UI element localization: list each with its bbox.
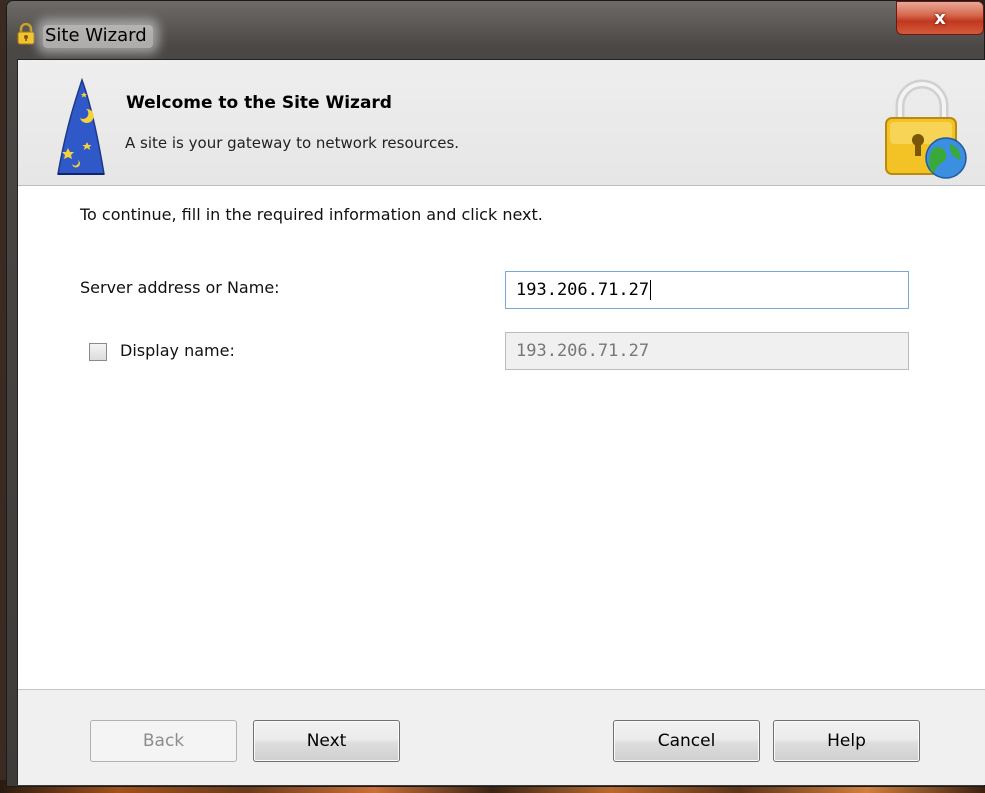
server-address-value: 193.206.71.27 — [516, 280, 650, 300]
next-button[interactable]: Next — [253, 720, 400, 762]
back-button[interactable]: Back — [90, 720, 237, 762]
display-name-label[interactable]: Display name: — [120, 341, 235, 360]
site-wizard-window: Site Wizard x Welcome to the Site Wizard… — [6, 0, 985, 787]
cancel-button[interactable]: Cancel — [613, 720, 760, 762]
display-name-value: 193.206.71.27 — [516, 341, 650, 361]
server-address-label: Server address or Name: — [80, 278, 280, 297]
header-title: Welcome to the Site Wizard — [126, 93, 392, 113]
lock-globe-icon — [885, 79, 967, 179]
dialog-client-area: Welcome to the Site Wizard A site is you… — [17, 59, 985, 785]
instructions-text: To continue, fill in the required inform… — [80, 205, 543, 224]
header-subtitle: A site is your gateway to network resour… — [125, 134, 460, 152]
display-name-input: 193.206.71.27 — [505, 332, 909, 370]
lock-icon — [17, 23, 35, 45]
wizard-header: Welcome to the Site Wizard A site is you… — [18, 60, 985, 186]
display-name-checkbox[interactable] — [89, 343, 107, 361]
text-caret — [650, 280, 652, 300]
help-button[interactable]: Help — [773, 720, 920, 762]
close-icon: x — [934, 7, 946, 29]
close-button[interactable]: x — [896, 1, 984, 35]
window-title: Site Wizard — [43, 25, 153, 48]
wizard-hat-icon — [57, 78, 105, 175]
title-bar[interactable]: Site Wizard x — [7, 1, 984, 59]
server-address-input[interactable]: 193.206.71.27 — [505, 271, 909, 309]
